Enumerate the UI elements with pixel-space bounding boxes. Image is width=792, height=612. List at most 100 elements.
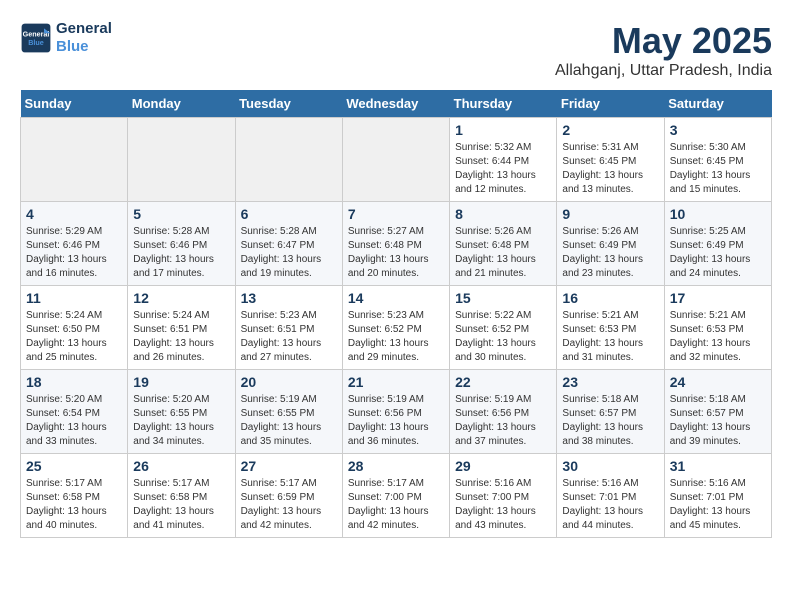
calendar-week-row: 1 Sunrise: 5:32 AM Sunset: 6:44 PM Daylig… <box>21 118 772 202</box>
day-number: 12 <box>133 290 229 306</box>
day-info: Sunrise: 5:20 AM Sunset: 6:54 PM Dayligh… <box>26 393 122 449</box>
calendar-cell: 13Sunrise: 5:23 AM Sunset: 6:51 PM Dayli… <box>235 286 342 370</box>
day-number: 5 <box>133 206 229 222</box>
day-info: Sunrise: 5:17 AM Sunset: 6:58 PM Dayligh… <box>26 477 122 533</box>
day-number: 1 <box>455 122 551 138</box>
calendar-cell: 20Sunrise: 5:19 AM Sunset: 6:55 PM Dayli… <box>235 370 342 454</box>
calendar-day-header: Tuesday <box>235 90 342 118</box>
day-info: Sunrise: 5:16 AM Sunset: 7:00 PM Dayligh… <box>455 477 551 533</box>
calendar-day-header: Monday <box>128 90 235 118</box>
calendar-cell: 22Sunrise: 5:19 AM Sunset: 6:56 PM Dayli… <box>450 370 557 454</box>
calendar-cell: 24Sunrise: 5:18 AM Sunset: 6:57 PM Dayli… <box>664 370 771 454</box>
day-info: Sunrise: 5:18 AM Sunset: 6:57 PM Dayligh… <box>562 393 658 449</box>
day-info: Sunrise: 5:17 AM Sunset: 7:00 PM Dayligh… <box>348 477 444 533</box>
day-info: Sunrise: 5:28 AM Sunset: 6:46 PM Dayligh… <box>133 225 229 281</box>
day-number: 2 <box>562 122 658 138</box>
day-info: Sunrise: 5:32 AM Sunset: 6:44 PM Dayligh… <box>455 141 551 197</box>
calendar-cell: 23 Sunrise: 5:18 AM Sunset: 6:57 PM Dayli… <box>557 370 664 454</box>
day-number: 14 <box>348 290 444 306</box>
calendar-cell: 21 Sunrise: 5:19 AM Sunset: 6:56 PM Dayli… <box>342 370 449 454</box>
calendar-cell: 8 Sunrise: 5:26 AM Sunset: 6:48 PM Daylig… <box>450 202 557 286</box>
day-number: 19 <box>133 374 229 390</box>
day-number: 16 <box>562 290 658 306</box>
page-header: General Blue General Blue May 2025 Allah… <box>20 20 772 80</box>
day-number: 21 <box>348 374 444 390</box>
day-number: 18 <box>26 374 122 390</box>
day-number: 23 <box>562 374 658 390</box>
day-number: 29 <box>455 458 551 474</box>
day-info: Sunrise: 5:17 AM Sunset: 6:59 PM Dayligh… <box>241 477 337 533</box>
day-number: 10 <box>670 206 766 222</box>
calendar-cell: 4 Sunrise: 5:29 AM Sunset: 6:46 PM Daylig… <box>21 202 128 286</box>
calendar-cell: 29 Sunrise: 5:16 AM Sunset: 7:00 PM Dayli… <box>450 454 557 538</box>
day-info: Sunrise: 5:26 AM Sunset: 6:48 PM Dayligh… <box>455 225 551 281</box>
calendar-cell: 6 Sunrise: 5:28 AM Sunset: 6:47 PM Daylig… <box>235 202 342 286</box>
calendar-week-row: 4 Sunrise: 5:29 AM Sunset: 6:46 PM Daylig… <box>21 202 772 286</box>
calendar-cell: 2 Sunrise: 5:31 AM Sunset: 6:45 PM Daylig… <box>557 118 664 202</box>
day-number: 28 <box>348 458 444 474</box>
calendar-cell: 25 Sunrise: 5:17 AM Sunset: 6:58 PM Dayli… <box>21 454 128 538</box>
svg-text:Blue: Blue <box>28 38 44 47</box>
day-number: 31 <box>670 458 766 474</box>
calendar-cell: 14 Sunrise: 5:23 AM Sunset: 6:52 PM Dayli… <box>342 286 449 370</box>
calendar-cell <box>235 118 342 202</box>
day-number: 24 <box>670 374 766 390</box>
calendar-cell: 1 Sunrise: 5:32 AM Sunset: 6:44 PM Daylig… <box>450 118 557 202</box>
calendar-day-header: Wednesday <box>342 90 449 118</box>
day-info: Sunrise: 5:26 AM Sunset: 6:49 PM Dayligh… <box>562 225 658 281</box>
day-info: Sunrise: 5:19 AM Sunset: 6:56 PM Dayligh… <box>348 393 444 449</box>
calendar-body: 1 Sunrise: 5:32 AM Sunset: 6:44 PM Daylig… <box>21 118 772 538</box>
calendar-cell: 10 Sunrise: 5:25 AM Sunset: 6:49 PM Dayli… <box>664 202 771 286</box>
calendar-header-row: SundayMondayTuesdayWednesdayThursdayFrid… <box>21 90 772 118</box>
day-number: 4 <box>26 206 122 222</box>
calendar-table: SundayMondayTuesdayWednesdayThursdayFrid… <box>20 90 772 538</box>
day-info: Sunrise: 5:16 AM Sunset: 7:01 PM Dayligh… <box>670 477 766 533</box>
main-title: May 2025 <box>555 20 772 62</box>
logo: General Blue General Blue <box>20 20 112 56</box>
calendar-day-header: Saturday <box>664 90 771 118</box>
calendar-week-row: 25 Sunrise: 5:17 AM Sunset: 6:58 PM Dayli… <box>21 454 772 538</box>
day-number: 27 <box>241 458 337 474</box>
calendar-cell: 26Sunrise: 5:17 AM Sunset: 6:58 PM Dayli… <box>128 454 235 538</box>
day-info: Sunrise: 5:24 AM Sunset: 6:50 PM Dayligh… <box>26 309 122 365</box>
calendar-cell: 3Sunrise: 5:30 AM Sunset: 6:45 PM Daylig… <box>664 118 771 202</box>
day-info: Sunrise: 5:21 AM Sunset: 6:53 PM Dayligh… <box>562 309 658 365</box>
day-info: Sunrise: 5:16 AM Sunset: 7:01 PM Dayligh… <box>562 477 658 533</box>
day-info: Sunrise: 5:31 AM Sunset: 6:45 PM Dayligh… <box>562 141 658 197</box>
day-number: 9 <box>562 206 658 222</box>
calendar-day-header: Thursday <box>450 90 557 118</box>
calendar-cell: 7 Sunrise: 5:27 AM Sunset: 6:48 PM Daylig… <box>342 202 449 286</box>
day-number: 7 <box>348 206 444 222</box>
calendar-cell: 17Sunrise: 5:21 AM Sunset: 6:53 PM Dayli… <box>664 286 771 370</box>
day-number: 3 <box>670 122 766 138</box>
logo-text: General Blue <box>56 20 112 56</box>
day-info: Sunrise: 5:28 AM Sunset: 6:47 PM Dayligh… <box>241 225 337 281</box>
calendar-cell: 5 Sunrise: 5:28 AM Sunset: 6:46 PM Daylig… <box>128 202 235 286</box>
day-info: Sunrise: 5:20 AM Sunset: 6:55 PM Dayligh… <box>133 393 229 449</box>
title-area: May 2025 Allahganj, Uttar Pradesh, India <box>555 20 772 80</box>
day-info: Sunrise: 5:24 AM Sunset: 6:51 PM Dayligh… <box>133 309 229 365</box>
calendar-cell: 15 Sunrise: 5:22 AM Sunset: 6:52 PM Dayli… <box>450 286 557 370</box>
calendar-cell: 19 Sunrise: 5:20 AM Sunset: 6:55 PM Dayli… <box>128 370 235 454</box>
day-number: 30 <box>562 458 658 474</box>
calendar-cell: 28 Sunrise: 5:17 AM Sunset: 7:00 PM Dayli… <box>342 454 449 538</box>
day-info: Sunrise: 5:19 AM Sunset: 6:56 PM Dayligh… <box>455 393 551 449</box>
day-number: 8 <box>455 206 551 222</box>
day-info: Sunrise: 5:22 AM Sunset: 6:52 PM Dayligh… <box>455 309 551 365</box>
calendar-cell: 27 Sunrise: 5:17 AM Sunset: 6:59 PM Dayli… <box>235 454 342 538</box>
calendar-week-row: 18 Sunrise: 5:20 AM Sunset: 6:54 PM Dayli… <box>21 370 772 454</box>
day-info: Sunrise: 5:25 AM Sunset: 6:49 PM Dayligh… <box>670 225 766 281</box>
day-info: Sunrise: 5:17 AM Sunset: 6:58 PM Dayligh… <box>133 477 229 533</box>
day-info: Sunrise: 5:29 AM Sunset: 6:46 PM Dayligh… <box>26 225 122 281</box>
day-number: 25 <box>26 458 122 474</box>
calendar-cell: 16 Sunrise: 5:21 AM Sunset: 6:53 PM Dayli… <box>557 286 664 370</box>
day-number: 20 <box>241 374 337 390</box>
calendar-cell <box>128 118 235 202</box>
day-number: 6 <box>241 206 337 222</box>
day-number: 11 <box>26 290 122 306</box>
day-info: Sunrise: 5:21 AM Sunset: 6:53 PM Dayligh… <box>670 309 766 365</box>
day-info: Sunrise: 5:23 AM Sunset: 6:52 PM Dayligh… <box>348 309 444 365</box>
day-number: 15 <box>455 290 551 306</box>
day-info: Sunrise: 5:27 AM Sunset: 6:48 PM Dayligh… <box>348 225 444 281</box>
calendar-cell: 12 Sunrise: 5:24 AM Sunset: 6:51 PM Dayli… <box>128 286 235 370</box>
